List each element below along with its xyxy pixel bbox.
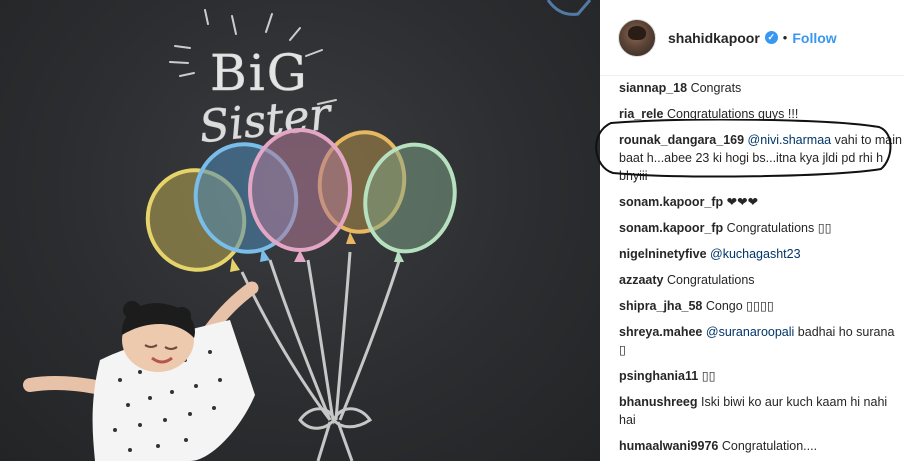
comment-item: sonam.kapoor_fp Congratulations ▯▯ [619,218,903,238]
comment-item: ria_rele Congratulations guys !!! [619,104,903,124]
separator-dot: • [782,30,788,45]
comment-username[interactable]: siannap_18 [619,81,687,95]
child-figure [23,281,259,461]
comment-username[interactable]: sonam.kapoor_fp [619,221,723,235]
comment-item: psinghania11 ▯▯ [619,366,903,386]
comment-username[interactable]: rounak_dangara_169 [619,133,744,147]
comment-username[interactable]: ria_rele [619,107,663,121]
comment-text: Congrats [690,81,742,95]
comment-username[interactable]: bhanushreeg [619,395,698,409]
follow-button[interactable]: Follow [792,30,836,46]
comment-username[interactable]: shreya.mahee [619,325,702,339]
comment-item: bhanushreeg Iski biwi ko aur kuch kaam h… [619,392,903,430]
comment-username[interactable]: nigelninetyfive [619,247,707,261]
comments-list: siannap_18 Congrats ria_rele Congratulati… [619,78,903,461]
comment-item: rounak_dangara_169 @nivi.sharmaa vahi to… [619,130,903,186]
comment-item: siannap_18 Congrats [619,78,903,98]
comment-username[interactable]: azzaaty [619,273,663,287]
comment-username[interactable]: sonam.kapoor_fp [619,195,723,209]
comment-username[interactable]: humaalwani9976 [619,439,718,453]
comment-mention-link[interactable]: @nivi.sharmaa [748,133,832,147]
comment-text: ❤❤❤ [726,195,759,209]
comment-item: shreya.mahee @suranaroopali badhai ho su… [619,322,903,360]
comment-item: nigelninetyfive @kuchagasht23 [619,244,903,264]
comment-text: Congo ▯▯▯▯ [705,299,774,313]
comments-panel: shahidkapoor ✓ • Follow siannap_18 Congr… [600,0,904,461]
chalk-drawing: BiG Sister [23,0,592,461]
comment-item: humaalwani9976 Congratulation.... [619,436,903,456]
post-username[interactable]: shahidkapoor [668,30,760,46]
comment-item: sonam.kapoor_fp ❤❤❤ [619,192,903,212]
comment-mention-link[interactable]: @kuchagasht23 [710,247,801,261]
post-header: shahidkapoor ✓ • Follow [600,0,904,76]
verified-badge-icon: ✓ [764,31,778,44]
comment-text: ▯▯ [701,369,716,383]
comment-mention-link[interactable]: @suranaroopali [706,325,794,339]
comment-text: Congratulations guys !!! [666,107,799,121]
comment-item: azzaaty Congratulations [619,270,903,290]
comment-text: Congratulations ▯▯ [726,221,832,235]
post-photo[interactable]: BiG Sister [0,0,600,461]
avatar[interactable] [618,18,656,57]
comment-text: Congratulation.... [721,439,818,453]
comment-username[interactable]: psinghania11 [619,369,698,383]
comment-item: shipra_jha_58 Congo ▯▯▯▯ [619,296,903,316]
comment-username[interactable]: shipra_jha_58 [619,299,702,313]
comment-text: Congratulations [666,273,755,287]
